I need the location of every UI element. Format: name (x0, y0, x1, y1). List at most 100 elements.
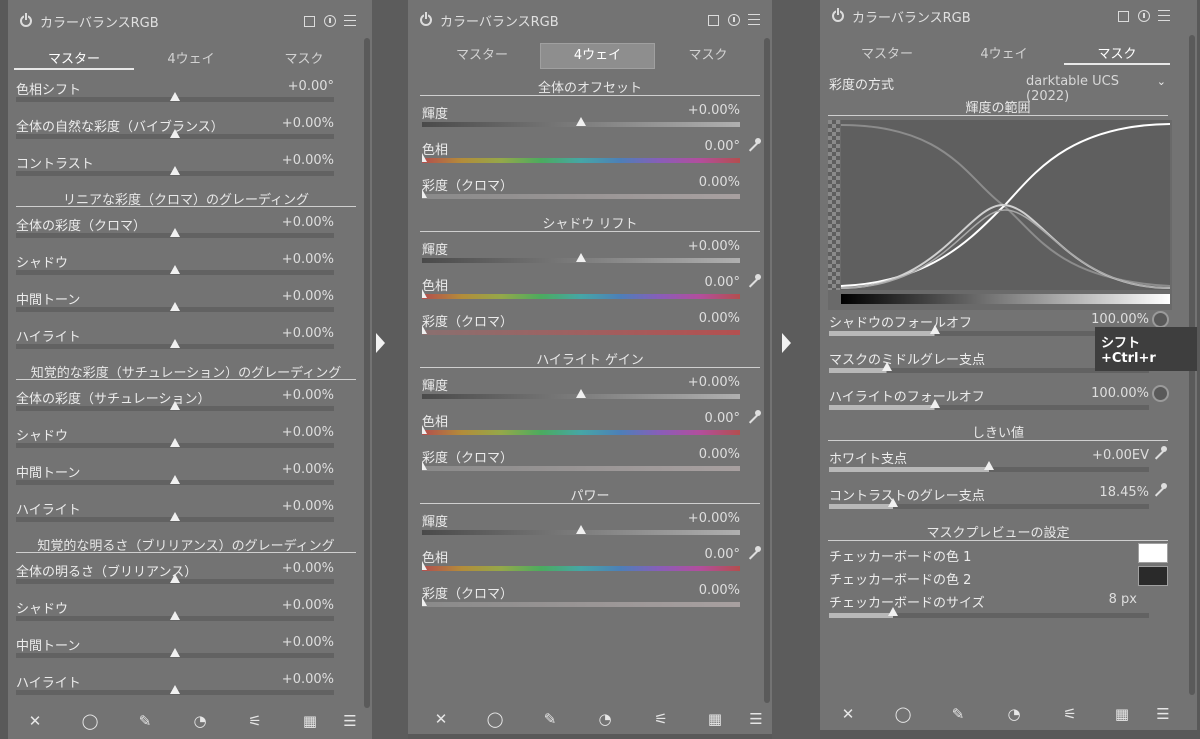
slider-marker[interactable] (170, 92, 180, 101)
pencil-icon[interactable]: ✎ (540, 710, 560, 728)
reset-icon[interactable] (324, 15, 336, 27)
hue-row[interactable]: 色相 0.00° (422, 411, 740, 430)
power-icon[interactable] (20, 13, 32, 27)
color-picker-icon[interactable] (746, 409, 762, 425)
slider-marker[interactable] (888, 498, 898, 507)
color-swatch[interactable] (1138, 543, 1168, 563)
menu-icon[interactable] (748, 14, 760, 25)
chroma-row[interactable]: 彩度（クロマ） 0.00% (422, 311, 740, 330)
hue-marker[interactable] (422, 153, 427, 162)
slider-row[interactable]: ハイライトのフォールオフ 100.00% (829, 386, 1149, 405)
expand-arrow-icon[interactable] (376, 333, 385, 353)
slider-row[interactable]: シャドウのフォールオフ 100.00% (829, 312, 1149, 331)
chroma-row[interactable]: 彩度（クロマ） 0.00% (422, 583, 740, 602)
checker-size-track[interactable] (829, 613, 1149, 618)
chroma-track[interactable] (422, 466, 740, 471)
raster-icon[interactable]: ▦ (300, 712, 320, 730)
color-picker-icon[interactable] (746, 545, 762, 561)
slider-track[interactable] (829, 405, 1149, 410)
menu-icon[interactable] (1158, 10, 1170, 21)
hue-row[interactable]: 色相 0.00° (422, 139, 740, 158)
scrollbar[interactable] (364, 38, 370, 708)
color-picker-icon[interactable] (746, 273, 762, 289)
hue-track[interactable] (422, 566, 740, 571)
luma-marker[interactable] (576, 525, 586, 534)
checker-size-row[interactable]: チェッカーボードのサイズ 8 px (829, 592, 1137, 611)
luma-marker[interactable] (576, 117, 586, 126)
chroma-track[interactable] (422, 330, 740, 335)
tab-4way[interactable]: 4ウェイ (134, 48, 248, 70)
tab-master[interactable]: マスター (14, 48, 134, 70)
hue-track[interactable] (422, 430, 740, 435)
hue-marker[interactable] (422, 289, 427, 298)
presets-icon[interactable] (304, 16, 315, 27)
tab-4way[interactable]: 4ウェイ (540, 43, 655, 69)
drawn-parametric-icon[interactable]: ◔ (595, 710, 615, 728)
checker-color-row[interactable]: チェッカーボードの色 2 (829, 569, 1129, 588)
tab-master[interactable]: マスター (830, 43, 944, 65)
raster-icon[interactable]: ▦ (705, 710, 725, 728)
pencil-icon[interactable]: ✎ (135, 712, 155, 730)
menu-icon[interactable]: ☰ (746, 710, 766, 728)
expand-arrow-icon[interactable] (782, 333, 791, 353)
tab-master[interactable]: マスター (420, 46, 544, 68)
color-picker-icon[interactable] (1152, 445, 1168, 461)
drawn-parametric-icon[interactable]: ◔ (1004, 705, 1024, 723)
presets-icon[interactable] (1118, 11, 1129, 22)
chroma-marker[interactable] (422, 461, 427, 470)
circle-icon[interactable]: ◯ (485, 710, 505, 728)
luma-marker[interactable] (576, 253, 586, 262)
slider-marker[interactable] (170, 648, 180, 657)
slider-marker[interactable] (170, 475, 180, 484)
slider-marker[interactable] (984, 461, 994, 470)
slider-marker[interactable] (170, 438, 180, 447)
slider-marker[interactable] (170, 401, 180, 410)
hue-marker[interactable] (422, 561, 427, 570)
reset-icon[interactable] (728, 14, 740, 26)
pencil-icon[interactable]: ✎ (948, 705, 968, 723)
slider-marker[interactable] (170, 512, 180, 521)
chroma-marker[interactable] (422, 325, 427, 334)
luma-marker[interactable] (576, 389, 586, 398)
luminance-range-graph[interactable] (828, 120, 1172, 310)
hue-track[interactable] (422, 294, 740, 299)
tab-mask[interactable]: マスク (656, 46, 760, 68)
drawn-parametric-icon[interactable]: ◔ (190, 712, 210, 730)
parametric-icon[interactable]: ⚟ (1060, 705, 1080, 723)
raster-icon[interactable]: ▦ (1112, 705, 1132, 723)
chroma-track[interactable] (422, 194, 740, 199)
reset-icon[interactable] (1138, 10, 1150, 22)
slider-marker[interactable] (170, 611, 180, 620)
chroma-row[interactable]: 彩度（クロマ） 0.00% (422, 447, 740, 466)
chroma-track[interactable] (422, 602, 740, 607)
circle-icon[interactable]: ◯ (893, 705, 913, 723)
slider-marker[interactable] (170, 685, 180, 694)
hue-track[interactable] (422, 158, 740, 163)
chroma-marker[interactable] (422, 189, 427, 198)
slider-marker[interactable] (170, 166, 180, 175)
slider-marker[interactable] (929, 399, 940, 408)
scrollbar[interactable] (764, 38, 770, 703)
slider-marker[interactable] (170, 339, 180, 348)
checker-size-marker[interactable] (888, 607, 898, 616)
power-icon[interactable] (832, 8, 844, 22)
chroma-row[interactable]: 彩度（クロマ） 0.00% (422, 175, 740, 194)
checker-color-row[interactable]: チェッカーボードの色 1 (829, 546, 1129, 565)
slider-marker[interactable] (929, 325, 940, 334)
slider-marker[interactable] (170, 574, 180, 583)
slider-marker[interactable] (170, 302, 180, 311)
close-icon[interactable]: ✕ (25, 712, 45, 730)
circle-icon[interactable]: ◯ (80, 712, 100, 730)
power-icon[interactable] (420, 12, 432, 26)
tab-mask[interactable]: マスク (1064, 43, 1170, 65)
hue-marker[interactable] (422, 425, 427, 434)
menu-icon[interactable] (344, 15, 356, 26)
parametric-icon[interactable]: ⚟ (651, 710, 671, 728)
close-icon[interactable]: ✕ (838, 705, 858, 723)
tab-mask[interactable]: マスク (248, 48, 360, 70)
slider-marker[interactable] (881, 362, 892, 371)
menu-icon[interactable]: ☰ (1153, 705, 1173, 723)
hue-row[interactable]: 色相 0.00° (422, 275, 740, 294)
slider-track[interactable] (829, 504, 1149, 509)
tab-4way[interactable]: 4ウェイ (944, 43, 1064, 65)
